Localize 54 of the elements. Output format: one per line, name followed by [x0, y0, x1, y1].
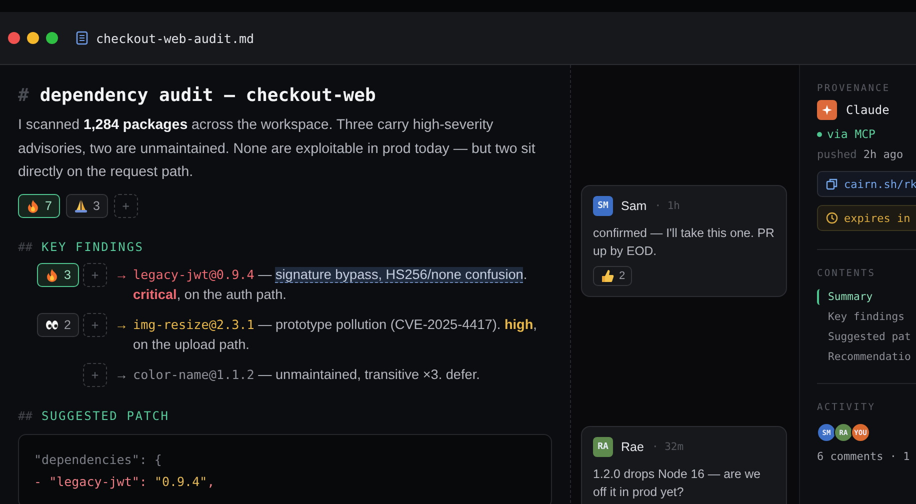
flame-icon: [26, 198, 40, 212]
reaction-chip[interactable]: 7: [18, 194, 60, 218]
comment-time: · 32m: [652, 441, 684, 453]
section-label: CONTENTS: [817, 268, 877, 279]
finding-text: legacy-jwt@0.9.4 — signature bypass, HS256/none confusion. critical, on the auth path.: [133, 266, 528, 304]
code-line: - "legacy-jwt": "0.9.4",: [34, 472, 216, 491]
heading-mark: ##: [18, 240, 32, 254]
comment-text: confirmed — I'll take this one. PR up by EOD.: [593, 225, 775, 260]
contents-item[interactable]: Recommendatio: [817, 349, 916, 365]
flame-icon: [45, 268, 59, 282]
finding-text: color-name@1.1.2 — unmaintained, transitive ×3. defer.: [133, 366, 481, 384]
arrow-icon: →: [115, 262, 133, 286]
section-label: PROVENANCE: [817, 83, 892, 94]
thumbs-up-icon: [600, 269, 614, 283]
reaction-chip[interactable]: 2: [37, 312, 79, 336]
status-dot: [817, 132, 822, 136]
sparkle-icon: [817, 100, 837, 120]
comment-text: 1.2.0 drops Node 16 — are we off it in prod yet?: [593, 466, 762, 501]
contents-item[interactable]: Key findings: [817, 309, 916, 325]
finding-text: img-resize@2.3.1 — prototype pollution (CVE-2025-4417). high, on the upload path.: [133, 316, 538, 354]
comment-time: · 1h: [654, 200, 680, 212]
avatar: SM: [593, 196, 613, 216]
reaction-chip[interactable]: 3: [37, 262, 79, 286]
via-label: via MCP: [827, 127, 876, 141]
reaction-chip[interactable]: 2: [593, 266, 632, 286]
arrow-icon: →: [115, 362, 133, 386]
section-label: ACTIVITY: [817, 402, 877, 413]
document-icon: [75, 31, 89, 45]
window-title: checkout-web-audit.md: [96, 30, 254, 46]
document-heading: dependency audit — checkout-web: [40, 85, 376, 106]
intro-paragraph: I scanned 1,284 packages across the workspace. Three carry high-severity advisories, two are unmaintained. None are exploitable in prod today — but two sit directly on the request path.: [18, 116, 536, 182]
pushed-label: pushed: [817, 148, 858, 161]
section-heading: SUGGESTED PATCH: [41, 408, 170, 422]
agent-name: Claude: [846, 103, 890, 117]
pushed-time: 2h ago: [863, 148, 904, 161]
section-heading: KEY FINDINGS: [41, 240, 144, 254]
code-line: "dependencies": {: [34, 450, 163, 469]
comment-author: Rae: [621, 440, 644, 454]
window-control[interactable]: [8, 32, 20, 44]
avatar: RA: [593, 437, 613, 457]
activity-summary: 6 comments · 1: [817, 450, 911, 463]
reaction-chip[interactable]: 3: [66, 194, 108, 218]
heading-mark: #: [18, 85, 29, 106]
window-control[interactable]: [27, 32, 39, 44]
comment-author: Sam: [621, 199, 647, 213]
contents-item[interactable]: Suggested pat: [817, 329, 916, 345]
arrow-icon: →: [115, 312, 133, 336]
window-control[interactable]: [46, 32, 58, 44]
expiry-badge: expires in: [817, 205, 916, 231]
heading-mark: ##: [18, 408, 32, 422]
contents-item[interactable]: Summary: [817, 289, 916, 305]
copy-icon: [826, 178, 838, 190]
clock-icon: [826, 212, 838, 224]
eyes-icon: [45, 318, 59, 332]
